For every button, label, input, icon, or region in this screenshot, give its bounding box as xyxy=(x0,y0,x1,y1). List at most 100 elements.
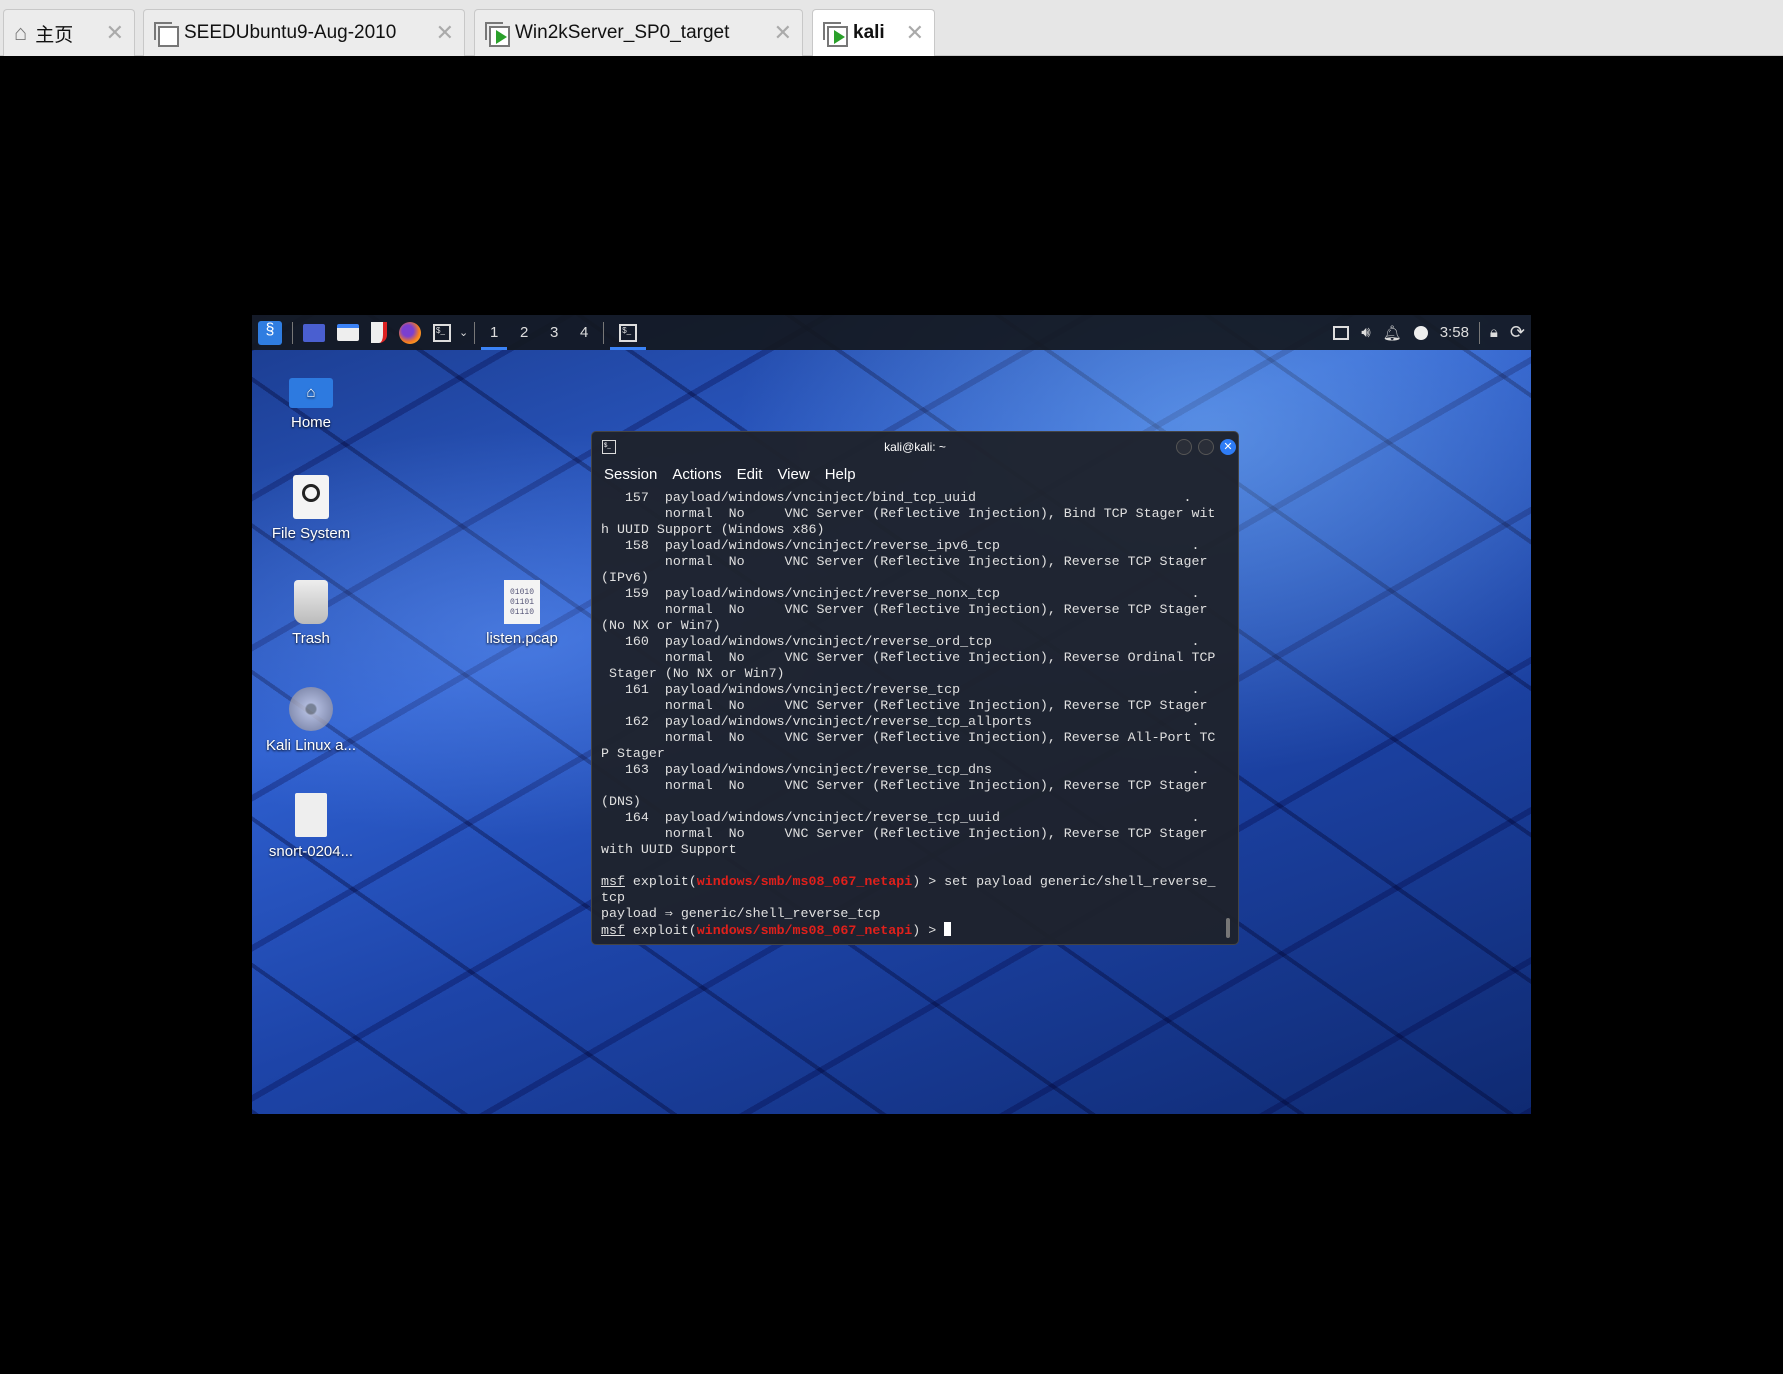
workspace-2[interactable]: 2 xyxy=(509,315,539,350)
text-editor-icon xyxy=(371,322,387,343)
taskbar-window-terminal[interactable]: $_ xyxy=(608,315,648,350)
terminal-icon: $_ xyxy=(433,323,451,342)
display-button[interactable] xyxy=(1327,315,1355,350)
close-tab-icon[interactable]: ✕ xyxy=(774,20,792,46)
terminal-line: normal No VNC Server (Reflective Injecti… xyxy=(601,602,1208,617)
close-tab-icon[interactable]: ✕ xyxy=(106,20,124,46)
cursor xyxy=(944,922,952,936)
terminal-line: h UUID Support (Windows x86) xyxy=(601,522,825,537)
terminal-line: 158 payload/windows/vncinject/reverse_ip… xyxy=(601,538,1200,553)
terminal-line: 159 payload/windows/vncinject/reverse_no… xyxy=(601,586,1200,601)
monitor-icon xyxy=(1333,325,1350,340)
terminal-output[interactable]: 157 payload/windows/vncinject/bind_tcp_u… xyxy=(601,490,1224,939)
minimize-button[interactable] xyxy=(1176,439,1192,455)
workspace-4[interactable]: 4 xyxy=(569,315,599,350)
prompt-line: msf exploit(windows/smb/ms08_067_netapi)… xyxy=(601,922,1224,939)
vm-running-icon xyxy=(485,22,510,47)
desktop-icon-home[interactable]: ⌂ Home xyxy=(261,370,361,431)
desktop-icon xyxy=(303,323,325,342)
close-tab-icon[interactable]: ✕ xyxy=(906,20,924,46)
tab-win2kserver[interactable]: Win2kServer_SP0_target ✕ xyxy=(474,9,803,56)
prompt-line: msf exploit(windows/smb/ms08_067_netapi)… xyxy=(601,874,1216,889)
power-icon xyxy=(1413,325,1428,340)
terminal-line: 164 payload/windows/vncinject/reverse_tc… xyxy=(601,810,1200,825)
terminal-line: with UUID Support xyxy=(601,842,737,857)
desktop-icon-file-system[interactable]: File System xyxy=(261,475,361,542)
kali-taskbar: § $_ ⌄ 1 2 3 4 $_ 🔊︎ 🔔︎ 3:58 🔒︎ ⟳ xyxy=(252,315,1531,350)
vm-icon xyxy=(154,22,179,47)
terminal-launcher-button[interactable]: $_ xyxy=(427,315,457,350)
drive-icon xyxy=(293,475,329,519)
logout-button[interactable]: ⟳ xyxy=(1504,315,1531,350)
menu-edit[interactable]: Edit xyxy=(737,466,763,483)
tab-kali[interactable]: kali ✕ xyxy=(812,9,935,56)
terminal-line: 160 payload/windows/vncinject/reverse_or… xyxy=(601,634,1200,649)
folder-icon xyxy=(337,324,359,341)
terminal-line: Stager (No NX or Win7) xyxy=(601,666,785,681)
desktop-icon-snort[interactable]: snort-0204... xyxy=(261,793,361,860)
menu-actions[interactable]: Actions xyxy=(672,466,721,483)
close-tab-icon[interactable]: ✕ xyxy=(436,20,454,46)
terminal-line: normal No VNC Server (Reflective Injecti… xyxy=(601,730,1216,745)
desktop-icon-listen-pcap[interactable]: 01010 01101 01110 listen.pcap xyxy=(472,580,572,647)
show-desktop-button[interactable] xyxy=(297,315,331,350)
lock-screen-button[interactable]: 🔒︎ xyxy=(1484,315,1504,350)
file-manager-button[interactable] xyxy=(331,315,365,350)
maximize-button[interactable] xyxy=(1198,439,1214,455)
text-file-icon xyxy=(295,793,327,837)
firefox-button[interactable] xyxy=(393,315,427,350)
vm-running-icon xyxy=(823,22,848,47)
menu-help[interactable]: Help xyxy=(825,466,856,483)
vm-screen[interactable]: § $_ ⌄ 1 2 3 4 $_ 🔊︎ 🔔︎ 3:58 🔒︎ ⟳ ⌂ Home… xyxy=(252,315,1531,1114)
menu-view[interactable]: View xyxy=(777,466,809,483)
lock-icon: 🔒︎ xyxy=(1489,324,1498,341)
terminal-icon: $_ xyxy=(602,440,616,454)
logout-icon: ⟳ xyxy=(1509,322,1525,342)
terminal-line: normal No VNC Server (Reflective Injecti… xyxy=(601,698,1208,713)
terminal-line: 157 payload/windows/vncinject/bind_tcp_u… xyxy=(601,490,1192,505)
kali-menu-button[interactable]: § xyxy=(252,315,288,350)
terminal-line: (No NX or Win7) xyxy=(601,618,721,633)
workspace-1[interactable]: 1 xyxy=(479,315,509,350)
terminal-line: P Stager xyxy=(601,746,665,761)
terminal-dropdown[interactable]: ⌄ xyxy=(457,315,470,350)
tab-home[interactable]: ⌂ 主页 ✕ xyxy=(3,9,135,56)
chevron-down-icon: ⌄ xyxy=(459,327,469,339)
workspace-3[interactable]: 3 xyxy=(539,315,569,350)
terminal-titlebar[interactable]: $_ kali@kali: ~ ✕ xyxy=(592,432,1238,462)
terminal-window[interactable]: $_ kali@kali: ~ ✕ Session Actions Edit V… xyxy=(591,431,1239,945)
notifications-button[interactable]: 🔔︎ xyxy=(1377,315,1408,350)
terminal-icon: $_ xyxy=(619,323,638,342)
terminal-line: normal No VNC Server (Reflective Injecti… xyxy=(601,778,1208,793)
menu-session[interactable]: Session xyxy=(604,466,657,483)
terminal-line: normal No VNC Server (Reflective Injecti… xyxy=(601,650,1216,665)
close-window-button[interactable]: ✕ xyxy=(1220,439,1236,455)
home-folder-icon: ⌂ xyxy=(289,378,333,408)
scrollbar[interactable] xyxy=(1226,918,1230,938)
browser-tab-bar: ⌂ 主页 ✕ SEEDUbuntu9-Aug-2010 ✕ Win2kServe… xyxy=(0,0,1783,56)
terminal-line: normal No VNC Server (Reflective Injecti… xyxy=(601,506,1216,521)
terminal-line: (IPv6) xyxy=(601,570,649,585)
desktop-icon-trash[interactable]: Trash xyxy=(261,580,361,647)
bell-icon: 🔔︎ xyxy=(1382,324,1402,342)
terminal-line: 163 payload/windows/vncinject/reverse_tc… xyxy=(601,762,1200,777)
terminal-line: normal No VNC Server (Reflective Injecti… xyxy=(601,826,1208,841)
terminal-line: 162 payload/windows/vncinject/reverse_tc… xyxy=(601,714,1200,729)
terminal-line: (DNS) xyxy=(601,794,641,809)
terminal-line: normal No VNC Server (Reflective Injecti… xyxy=(601,554,1208,569)
home-icon: ⌂ xyxy=(14,20,28,45)
disc-icon xyxy=(289,687,333,731)
terminal-menubar: Session Actions Edit View Help xyxy=(592,462,1238,486)
desktop-icon-kali-linux[interactable]: Kali Linux a... xyxy=(261,687,361,754)
binary-file-icon: 01010 01101 01110 xyxy=(504,580,540,624)
tab-seedubuntu[interactable]: SEEDUbuntu9-Aug-2010 ✕ xyxy=(143,9,465,56)
firefox-icon xyxy=(399,321,421,344)
kali-dragon-icon: § xyxy=(258,320,282,345)
power-manager-button[interactable] xyxy=(1408,315,1434,350)
text-editor-button[interactable] xyxy=(365,315,393,350)
speaker-icon: 🔊︎ xyxy=(1361,324,1371,341)
clock[interactable]: 3:58 xyxy=(1434,315,1475,350)
terminal-line: 161 payload/windows/vncinject/reverse_tc… xyxy=(601,682,1200,697)
volume-button[interactable]: 🔊︎ xyxy=(1355,315,1376,350)
